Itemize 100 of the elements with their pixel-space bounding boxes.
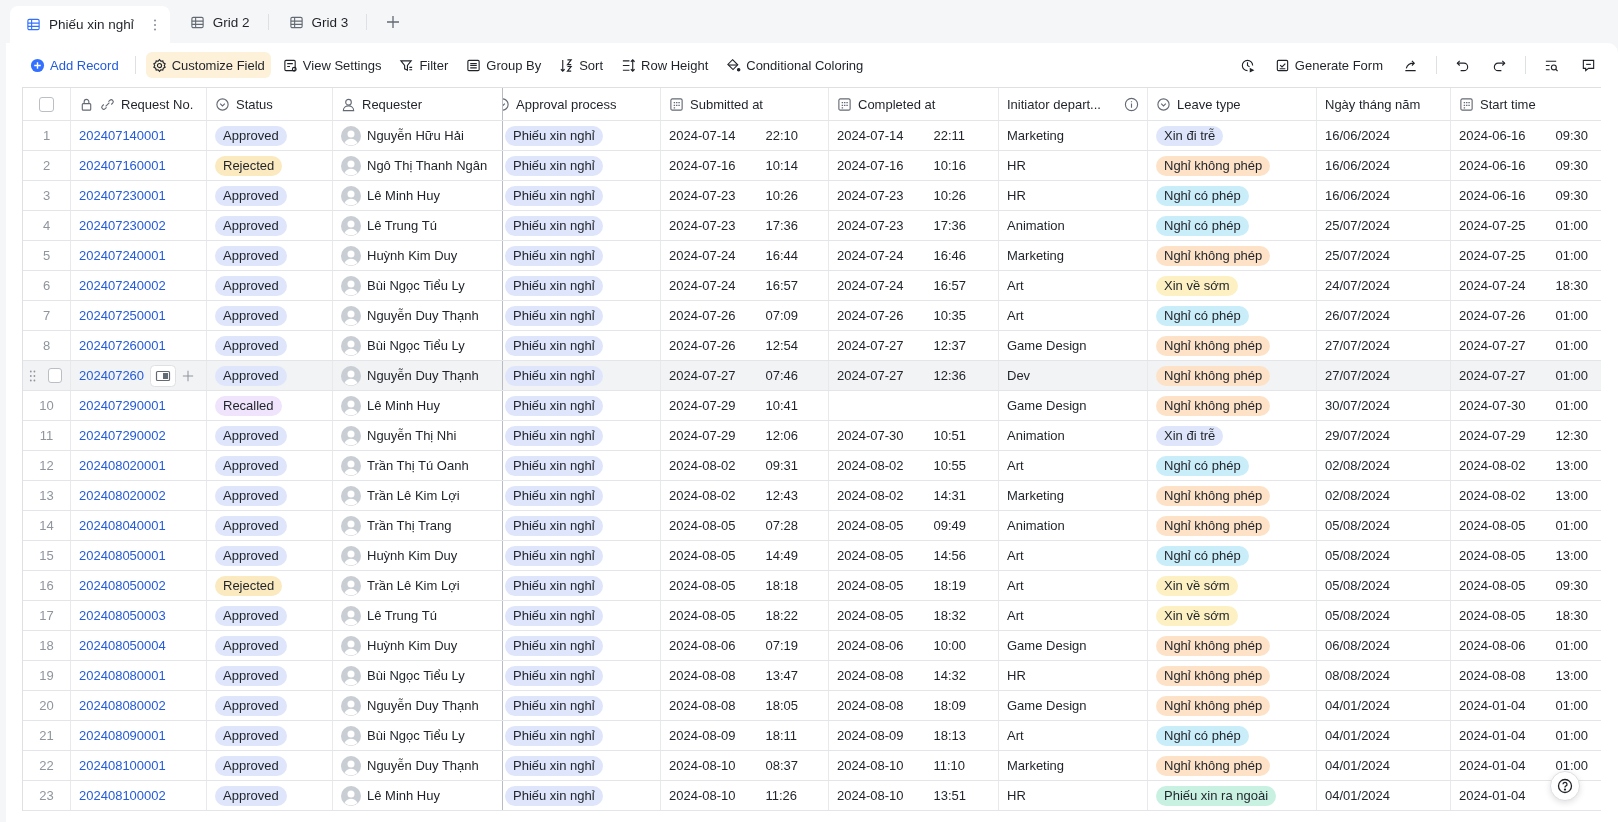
- table-row[interactable]: 20 202408080002 Approved Nguyễn Duy Thạnh Phiếu xin nghỉ 2024-08-08 18:05 2024-08-08 18:09 Game Design Nghỉ không phép 04/01/2024 2024-01-04 01:00: [23, 691, 1601, 721]
- table-row[interactable]: 21 202408090001 Approved Bùi Ngọc Tiểu Ly Phiếu xin nghỉ 2024-08-09 18:11 2024-08-09 18:13 Art Nghỉ có phép 04/01/2024 2024-01-04 01:00: [23, 721, 1601, 751]
- department-text: Art: [1007, 578, 1024, 593]
- request-link[interactable]: 202407140001: [79, 128, 166, 143]
- department-text: HR: [1007, 158, 1026, 173]
- table-row[interactable]: 17 202408050003 Approved Lê Trung Tú Phiếu xin nghỉ 2024-08-05 18:22 2024-08-05 18:32 Art Xin về sớm 05/08/2024 2024-08-05 18:30: [23, 601, 1601, 631]
- table-row[interactable]: 3 202407230001 Approved Lê Minh Huy Phiếu xin nghỉ 2024-07-23 10:26 2024-07-23 10:26 HR Nghỉ có phép 16/06/2024 2024-06-16 09:30: [23, 181, 1601, 211]
- date-text: 2024-07-23: [669, 188, 736, 203]
- toolbar-button[interactable]: Group By: [460, 52, 548, 78]
- request-link[interactable]: 202408040001: [79, 518, 166, 533]
- table-row[interactable]: 12 202408020001 Approved Trần Thị Tú Oanh Phiếu xin nghỉ 2024-08-02 09:31 2024-08-02 10:55 Art Nghỉ có phép 02/08/2024 2024-08-02 13:00: [23, 451, 1601, 481]
- request-link[interactable]: 202408050003: [79, 608, 166, 623]
- request-link[interactable]: 202407250001: [79, 308, 166, 323]
- column-header[interactable]: Completed at: [829, 88, 999, 120]
- history-icon[interactable]: [1239, 57, 1255, 73]
- request-link[interactable]: 202408050004: [79, 638, 166, 653]
- request-link[interactable]: 202408020002: [79, 488, 166, 503]
- request-link[interactable]: 202407290002: [79, 428, 166, 443]
- time-text: 14:31: [933, 488, 967, 503]
- table-row[interactable]: 4 202407230002 Approved Lê Trung Tú Phiếu xin nghỉ 2024-07-23 17:36 2024-07-23 17:36 Animation Nghỉ có phép 25/07/2024 2024-07-25 01:00: [23, 211, 1601, 241]
- table-row[interactable]: 19 202408080001 Approved Bùi Ngọc Tiểu Ly Phiếu xin nghỉ 2024-08-08 13:47 2024-08-08 14:32 HR Nghỉ không phép 08/08/2024 2024-08-08 13:00: [23, 661, 1601, 691]
- table-row[interactable]: 22 202408100001 Approved Nguyễn Duy Thạnh Phiếu xin nghỉ 2024-08-10 08:37 2024-08-10 11:10 Marketing Nghỉ không phép 04/01/2024 2024-01-04 01:00: [23, 751, 1601, 781]
- table-row[interactable]: 11 202407290002 Approved Nguyễn Thị Nhi Phiếu xin nghỉ 2024-07-29 12:06 2024-07-30 10:51 Animation Xin đi trễ 29/07/2024 2024-07-29 12:30: [23, 421, 1601, 451]
- row-number: 8: [42, 338, 51, 353]
- column-header[interactable]: Ngày tháng năm: [1317, 88, 1451, 120]
- toolbar-button[interactable]: Conditional Coloring: [720, 52, 870, 78]
- date-text: 2024-07-27: [837, 368, 904, 383]
- column-header[interactable]: Requester: [333, 88, 503, 120]
- row-number: 10: [39, 398, 54, 413]
- table-row[interactable]: 2 202407160001 Rejected Ngô Thị Thanh Ngân Phiếu xin nghỉ 2024-07-16 10:14 2024-07-16 10:16 HR Nghỉ không phép 16/06/2024 2024-06-16 09:30: [23, 151, 1601, 181]
- view-tab[interactable]: Grid 3: [272, 6, 363, 39]
- request-link[interactable]: 202407260001: [79, 338, 166, 353]
- time-text: 09:30: [1555, 128, 1589, 143]
- table-row[interactable]: 13 202408020002 Approved Trần Lê Kim Lợi Phiếu xin nghỉ 2024-08-02 12:43 2024-08-02 14:31 Marketing Nghỉ không phép 02/08/2024 2024-08-02 13:00: [23, 481, 1601, 511]
- time-text: 16:57: [765, 278, 799, 293]
- request-link[interactable]: 202407160001: [79, 158, 166, 173]
- row-checkbox[interactable]: [48, 368, 62, 383]
- request-link[interactable]: 202408080001: [79, 668, 166, 683]
- column-header[interactable]: Start time: [1451, 88, 1601, 120]
- column-header[interactable]: Leave type: [1148, 88, 1317, 120]
- toolbar-button[interactable]: Row Height: [615, 52, 715, 78]
- table-row[interactable]: 202407260 Approved Nguyễn Duy Thạnh Phiếu xin nghỉ 2024-07-27 07:46 2024-07-27 12:36 Dev Nghỉ không phép 27/07/2024 2024-07-27 01:00: [23, 361, 1601, 391]
- share-icon[interactable]: [1403, 57, 1418, 73]
- time-text: 10:41: [765, 398, 799, 413]
- time-text: 10:00: [933, 638, 967, 653]
- view-tab[interactable]: Grid 2: [173, 6, 264, 39]
- toolbar-button[interactable]: Sort: [553, 52, 610, 78]
- column-header[interactable]: Status: [207, 88, 333, 120]
- request-link[interactable]: 202408100001: [79, 758, 166, 773]
- table-row[interactable]: 7 202407250001 Approved Nguyễn Duy Thạnh Phiếu xin nghỉ 2024-07-26 07:09 2024-07-26 10:35 Art Nghỉ có phép 26/07/2024 2024-07-26 01:00: [23, 301, 1601, 331]
- department-text: Game Design: [1007, 698, 1087, 713]
- column-header[interactable]: Approval process: [503, 88, 661, 120]
- view-tab[interactable]: Phiếu xin nghỉ: [10, 6, 170, 43]
- generate-form-button[interactable]: Generate Form: [1268, 52, 1389, 78]
- table-row[interactable]: 14 202408040001 Approved Trần Thị Trang Phiếu xin nghỉ 2024-08-05 07:28 2024-08-05 09:49 Animation Nghỉ không phép 05/08/2024 2024-08-05 01:00: [23, 511, 1601, 541]
- table-row[interactable]: 16 202408050002 Rejected Trần Lê Kim Lợi Phiếu xin nghỉ 2024-08-05 18:18 2024-08-05 18:19 Art Xin về sớm 05/08/2024 2024-08-05 09:30: [23, 571, 1601, 601]
- request-link[interactable]: 202407290001: [79, 398, 166, 413]
- toolbar-button[interactable]: Customize Field: [145, 52, 271, 78]
- column-header[interactable]: Request No.: [71, 88, 207, 120]
- request-link[interactable]: 202407230002: [79, 218, 166, 233]
- select-all-checkbox[interactable]: [39, 96, 54, 112]
- time-text: 18:18: [765, 578, 799, 593]
- status-tag: Approved: [215, 785, 287, 806]
- request-link[interactable]: 202407240002: [79, 278, 166, 293]
- column-header[interactable]: Submitted at: [661, 88, 829, 120]
- add-icon[interactable]: [385, 14, 402, 30]
- date-text: 2024-08-02: [837, 488, 904, 503]
- request-link[interactable]: 202407240001: [79, 248, 166, 263]
- date-text: 2024-08-02: [837, 458, 904, 473]
- info-icon[interactable]: [1124, 96, 1139, 112]
- request-link[interactable]: 202408050001: [79, 548, 166, 563]
- requester-name: Lê Trung Tú: [367, 218, 437, 233]
- drag-handle-icon[interactable]: [29, 368, 37, 383]
- approval-process-tag: Phiếu xin nghỉ: [505, 515, 603, 536]
- request-link[interactable]: 202408020001: [79, 458, 166, 473]
- calendar-icon: [1459, 96, 1474, 112]
- request-link[interactable]: 202407260: [79, 368, 145, 383]
- add-record-button[interactable]: Add Record: [24, 52, 125, 78]
- table-row[interactable]: 10 202407290001 Recalled Lê Minh Huy Phiếu xin nghỉ 2024-07-29 10:41 Game Design Nghỉ không phép 30/07/2024 2024-07-30 01:00: [23, 391, 1601, 421]
- request-link[interactable]: 202408080002: [79, 698, 166, 713]
- table-row[interactable]: 15 202408050001 Approved Huỳnh Kim Duy Phiếu xin nghỉ 2024-08-05 14:49 2024-08-05 14:56 Art Nghỉ có phép 05/08/2024 2024-08-05 13:00: [23, 541, 1601, 571]
- toolbar-button[interactable]: View Settings: [276, 52, 388, 78]
- toolbar-button[interactable]: Filter: [393, 52, 455, 78]
- table-row[interactable]: 18 202408050004 Approved Huỳnh Kim Duy Phiếu xin nghỉ 2024-08-06 07:19 2024-08-06 10:00 Game Design Nghỉ không phép 06/08/2024 2024-08-06 01:00: [23, 631, 1601, 661]
- table-row[interactable]: 1 202407140001 Approved Nguyễn Hữu Hải Phiếu xin nghỉ 2024-07-14 22:10 2024-07-14 22:11 Marketing Xin đi trễ 16/06/2024 2024-06-16 09:30: [23, 121, 1601, 151]
- request-link[interactable]: 202408050002: [79, 578, 166, 593]
- requester-name: Bùi Ngọc Tiểu Ly: [367, 278, 465, 293]
- request-link[interactable]: 202408100002: [79, 788, 166, 803]
- date-text: 2024-07-27: [1459, 338, 1526, 353]
- table-row[interactable]: 23 202408100002 Approved Lê Minh Huy Phiếu xin nghỉ 2024-08-10 11:26 2024-08-10 13:51 HR Phiếu xin ra ngoài 04/01/2024 2024-01-04: [23, 781, 1601, 811]
- request-link[interactable]: 202408090001: [79, 728, 166, 743]
- request-link[interactable]: 202407230001: [79, 188, 166, 203]
- date-text: 2024-07-24: [837, 248, 904, 263]
- comment-icon[interactable]: [1581, 57, 1596, 73]
- expand-record-icon[interactable]: [150, 364, 177, 387]
- table-row[interactable]: 6 202407240002 Approved Bùi Ngọc Tiểu Ly Phiếu xin nghỉ 2024-07-24 16:57 2024-07-24 16:57 Art Xin về sớm 24/07/2024 2024-07-24 18:30: [23, 271, 1601, 301]
- time-text: 18:11: [765, 728, 798, 743]
- time-text: 10:26: [765, 188, 799, 203]
- column-header[interactable]: Initiator depart...: [999, 88, 1148, 120]
- table-row[interactable]: 5 202407240001 Approved Huỳnh Kim Duy Phiếu xin nghỉ 2024-07-24 16:44 2024-07-24 16:46 Marketing Nghỉ không phép 25/07/2024 2024-07-25 01:00: [23, 241, 1601, 271]
